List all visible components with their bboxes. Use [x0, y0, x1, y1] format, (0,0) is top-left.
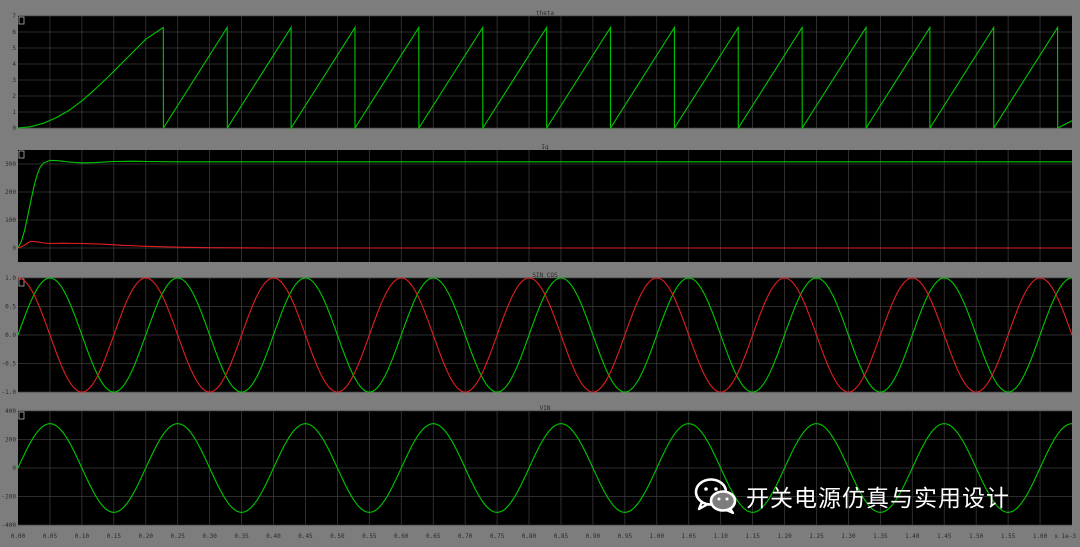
y-tick-label: 0.5 [5, 304, 16, 311]
x-tick-label: 1.45 [937, 533, 952, 540]
x-tick-label: 1.60 [1033, 533, 1048, 540]
x-tick-label: 0.95 [618, 533, 633, 540]
y-tick-label: 7 [12, 13, 16, 20]
x-tick-label: 1.15 [745, 533, 760, 540]
y-tick-label: -200 [2, 494, 17, 501]
y-tick-label: 1 [12, 109, 16, 116]
x-tick-label: 0.50 [330, 533, 345, 540]
plot-area [18, 150, 1072, 262]
x-tick-label: 0.10 [75, 533, 90, 540]
x-tick-label: 0.75 [490, 533, 505, 540]
y-tick-label: 2 [12, 93, 16, 100]
x-tick-label: 1.55 [1001, 533, 1016, 540]
x-tick-label: 1.05 [682, 533, 697, 540]
x-unit-label: x 1e-3 [1054, 533, 1076, 540]
x-tick-label: 0.30 [202, 533, 217, 540]
x-tick-label: 1.35 [873, 533, 888, 540]
y-tick-label: 1.0 [5, 275, 16, 282]
y-tick-label: 5 [12, 45, 16, 52]
x-tick-label: 0.80 [522, 533, 537, 540]
x-tick-label: 1.00 [650, 533, 665, 540]
x-tick-label: 0.70 [458, 533, 473, 540]
y-tick-label: 0 [12, 465, 16, 472]
plot-area [18, 16, 1072, 128]
x-tick-label: 0.35 [234, 533, 249, 540]
y-tick-label: 200 [5, 189, 16, 196]
x-axis: 0.00 0.05 0.10 0.15 0.20 0.25 0.30 0.35 0.40 0.45… [11, 533, 1077, 540]
y-tick-label: 3 [12, 77, 16, 84]
x-tick-label: 0.45 [298, 533, 313, 540]
x-tick-label: 0.65 [426, 533, 441, 540]
y-tick-label: 4 [12, 61, 16, 68]
waveform-charts: theta01234567Iq0100200300SIN COS-1.0-0.5… [2, 10, 1077, 540]
x-tick-label: 0.20 [139, 533, 154, 540]
panel-0: theta01234567 [12, 10, 1073, 132]
y-tick-label: 100 [5, 217, 16, 224]
y-tick-label: 6 [12, 29, 16, 36]
x-tick-label: 1.50 [969, 533, 984, 540]
y-tick-label: 400 [5, 408, 16, 415]
scope-window: theta 0 1 2 3 4 5 6 7 Iq 0 100 200 300 SIN COS -1.0 -0.5… [0, 0, 1080, 543]
watermark: 开关电源仿真与实用设计 [694, 474, 1010, 518]
y-tick-label: 0.0 [5, 332, 16, 339]
x-tick-label: 1.30 [841, 533, 856, 540]
y-tick-label: -0.5 [2, 361, 17, 368]
y-tick-label: -1.0 [2, 389, 17, 396]
x-tick-label: 0.55 [362, 533, 377, 540]
x-tick-label: 1.25 [809, 533, 824, 540]
y-tick-label: -400 [2, 522, 17, 529]
panel-1: Iq 0 100 200 300 [5, 144, 1072, 262]
panel-2: SIN COS-1.0-0.50.00.51.0 [2, 272, 1073, 396]
y-tick-label: 0 [12, 245, 16, 252]
wechat-icon [694, 478, 737, 515]
x-tick-label: 1.40 [905, 533, 920, 540]
panel-title: Iq [541, 144, 549, 151]
x-tick-label: 1.10 [713, 533, 728, 540]
x-tick-label: 0.40 [266, 533, 281, 540]
x-tick-label: 0.90 [586, 533, 601, 540]
x-tick-label: 0.60 [394, 533, 409, 540]
x-tick-label: 0.00 [11, 533, 26, 540]
x-tick-label: 1.20 [777, 533, 792, 540]
x-tick-label: 0.05 [43, 533, 58, 540]
y-tick-label: 300 [5, 161, 16, 168]
y-tick-label: 200 [5, 437, 16, 444]
x-tick-label: 0.15 [107, 533, 122, 540]
y-tick-label: 0 [12, 125, 16, 132]
watermark-text: 开关电源仿真与实用设计 [746, 486, 1010, 512]
x-tick-label: 0.85 [554, 533, 569, 540]
x-tick-label: 0.25 [170, 533, 185, 540]
